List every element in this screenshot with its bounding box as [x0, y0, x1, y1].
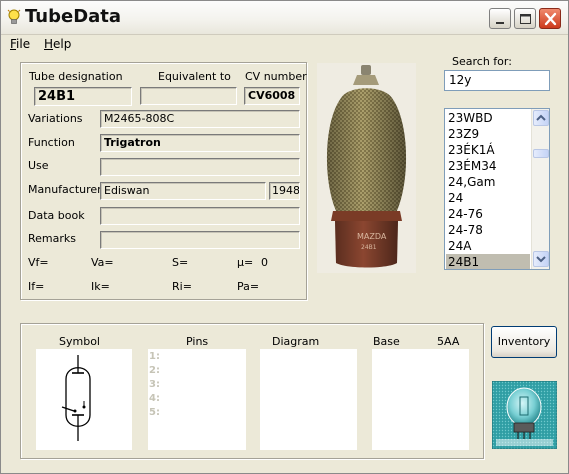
- menu-help[interactable]: Help: [44, 37, 71, 51]
- base-label: Base: [373, 335, 400, 348]
- vf-label: Vf=: [28, 256, 49, 269]
- title-bar[interactable]: TubeData: [1, 1, 568, 35]
- year-field[interactable]: 1948: [269, 182, 300, 200]
- scroll-thumb[interactable]: [533, 149, 549, 158]
- list-item[interactable]: 23ÉM34: [446, 158, 530, 174]
- symbol-label: Symbol: [59, 335, 100, 348]
- mu-value: 0: [261, 256, 268, 269]
- tube-designation-field[interactable]: 24B1: [34, 87, 132, 106]
- chevron-up-icon: [536, 114, 546, 121]
- list-item[interactable]: 23Z9: [446, 126, 530, 142]
- remarks-label: Remarks: [28, 232, 76, 245]
- manufacturer-field[interactable]: Ediswan: [100, 182, 266, 200]
- symbol-box: [36, 349, 132, 450]
- use-field[interactable]: [100, 158, 300, 176]
- list-item[interactable]: 24-78: [446, 222, 530, 238]
- pin-number: 3:: [149, 379, 160, 390]
- pin-number: 4:: [149, 393, 160, 404]
- close-button[interactable]: [539, 8, 561, 29]
- variations-label: Variations: [28, 112, 83, 125]
- base-value: 5AA: [437, 335, 460, 348]
- equivalent-to-label: Equivalent to: [158, 70, 231, 83]
- if-label: If=: [28, 280, 45, 293]
- scroll-up-button[interactable]: [533, 110, 549, 126]
- search-label: Search for:: [452, 55, 512, 68]
- remarks-field[interactable]: [100, 231, 300, 249]
- svg-text:MAZDA: MAZDA: [357, 232, 387, 241]
- menu-bar: File Help: [1, 35, 568, 53]
- list-item[interactable]: 24-76: [446, 206, 530, 222]
- diagram-label: Diagram: [272, 335, 320, 348]
- function-field[interactable]: Trigatron: [100, 134, 300, 152]
- pins-label: Pins: [186, 335, 209, 348]
- list-item[interactable]: 24A: [446, 238, 530, 254]
- diagram-box: [260, 349, 357, 450]
- close-icon: [544, 12, 557, 26]
- list-item[interactable]: 23ÉK1Á: [446, 142, 530, 158]
- data-book-label: Data book: [28, 209, 85, 222]
- list-item[interactable]: 23WBD: [446, 110, 530, 126]
- list-item[interactable]: 24,Gam: [446, 174, 530, 190]
- va-label: Va=: [91, 256, 114, 269]
- function-label: Function: [28, 136, 75, 149]
- tube-photo: MAZDA 24B1: [317, 63, 416, 273]
- inventory-button[interactable]: Inventory: [491, 326, 557, 358]
- chevron-down-icon: [536, 256, 546, 263]
- trigatron-symbol: [61, 355, 91, 441]
- scroll-down-button[interactable]: [533, 251, 549, 267]
- use-label: Use: [28, 159, 49, 172]
- list-item-selected[interactable]: 24B1: [446, 254, 530, 269]
- pin-number: 1:: [149, 351, 160, 362]
- base-box: [372, 349, 469, 450]
- tube-designation-label: Tube designation: [29, 70, 123, 83]
- ik-label: Ik=: [91, 280, 110, 293]
- mu-label: µ=: [237, 256, 254, 269]
- equivalent-to-field[interactable]: [140, 87, 237, 105]
- minimize-button[interactable]: [489, 8, 511, 29]
- maximize-icon: [520, 14, 531, 24]
- cv-number-field[interactable]: CV6008: [244, 87, 300, 105]
- list-item[interactable]: 24: [446, 190, 530, 206]
- tubedata-window: TubeData File Help Tube designation Equi…: [0, 0, 569, 474]
- tube-logo-icon: [491, 380, 558, 450]
- menu-file[interactable]: File: [10, 37, 30, 51]
- variations-field[interactable]: M2465-808C: [100, 110, 300, 128]
- cv-number-label: CV number: [245, 70, 307, 83]
- lightbulb-icon: [7, 9, 21, 24]
- list-scrollbar[interactable]: [531, 109, 549, 269]
- window-title: TubeData: [25, 6, 122, 27]
- manufacturer-label: Manufacturer: [28, 183, 102, 196]
- search-input[interactable]: 12y: [444, 70, 550, 91]
- data-book-field[interactable]: [100, 207, 300, 225]
- maximize-button[interactable]: [514, 8, 536, 29]
- tube-logo[interactable]: [491, 380, 558, 450]
- ri-label: Ri=: [172, 280, 192, 293]
- svg-text:24B1: 24B1: [361, 244, 377, 251]
- vacuum-tube-image: MAZDA 24B1: [326, 65, 407, 268]
- tube-listbox[interactable]: 23WBD 23Z9 23ÉK1Á 23ÉM34 24,Gam 24 24-76…: [444, 108, 550, 270]
- s-label: S=: [172, 256, 189, 269]
- pin-number: 5:: [149, 407, 160, 418]
- pin-number: 2:: [149, 365, 160, 376]
- pins-box: 1: 2: 3: 4: 5:: [148, 349, 246, 450]
- pa-label: Pa=: [237, 280, 260, 293]
- minimize-icon: [496, 22, 504, 24]
